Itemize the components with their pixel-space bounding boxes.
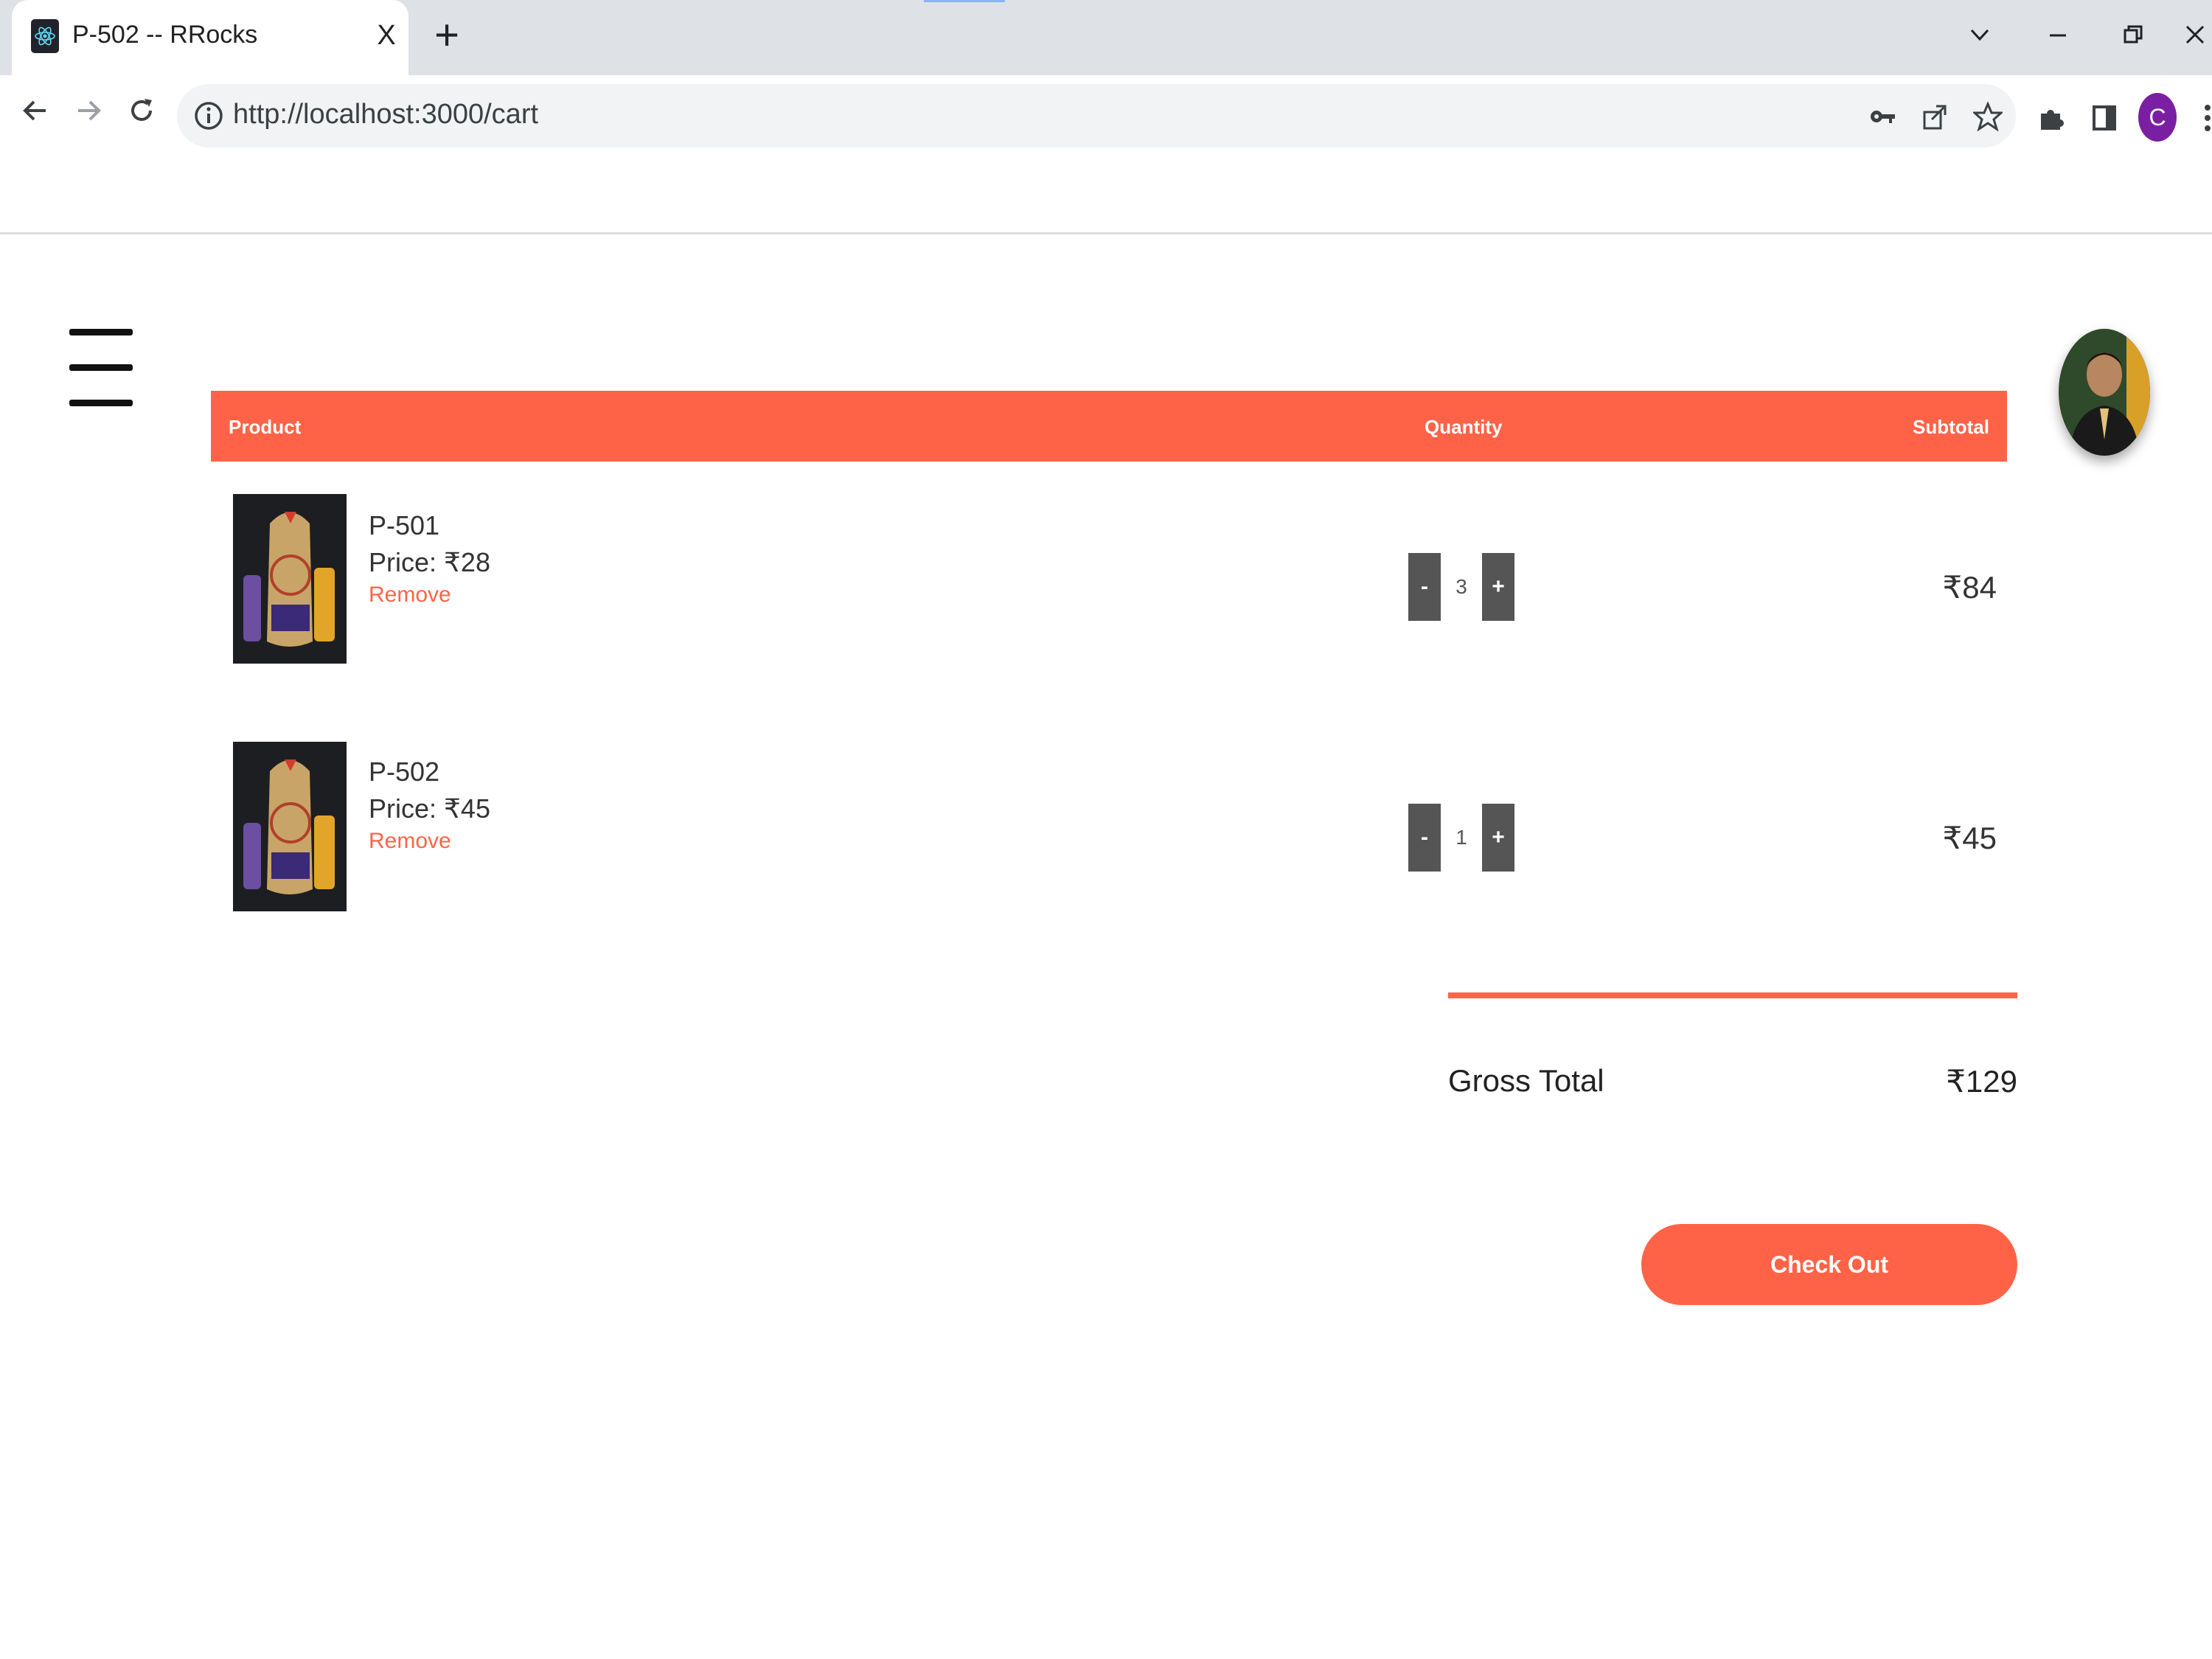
key-icon[interactable] [1865,99,1901,134]
url-text: http://localhost:3000/cart [233,99,539,130]
decrement-button[interactable]: - [1408,553,1441,621]
quantity-value: 3 [1455,575,1467,598]
cart-table-header: Product Quantity Subtotal [211,391,2007,462]
tab-title: P-502 -- RRocks [72,21,258,49]
product-name: P-502 [369,757,440,787]
product-price: Price: ₹45 [369,793,490,824]
react-favicon [31,19,59,53]
profile-avatar[interactable]: C [2138,93,2177,142]
decrement-button[interactable]: - [1408,804,1441,872]
share-icon[interactable] [1917,99,1952,134]
hamburger-menu-icon[interactable] [69,329,133,408]
tab-strip: P-502 -- RRocks X + [0,0,2212,75]
address-bar[interactable]: http://localhost:3000/cart [177,84,2016,147]
quantity-stepper: - 1 + [1408,804,1519,872]
info-icon[interactable] [193,100,224,131]
product-image [233,494,347,664]
new-tab-button[interactable]: + [426,14,467,58]
restore-icon[interactable] [2107,9,2159,60]
row-subtotal: ₹84 [1942,570,1997,605]
puzzle-icon[interactable] [2029,96,2073,140]
cart-row: P-501 Price: ₹28 Remove - 3 + ₹84 [211,494,2007,671]
header-subtotal: Subtotal [1913,416,1989,438]
browser-toolbar: http://localhost:3000/cart C [0,75,2212,161]
forward-arrow-icon[interactable] [65,87,112,134]
product-info: P-501 Price: ₹28 Remove [369,510,490,608]
tab-indicator [924,0,1005,2]
remove-link[interactable]: Remove [369,829,490,854]
bookmark-bar [0,161,2212,234]
back-arrow-icon[interactable] [12,87,59,134]
kebab-menu-icon[interactable] [2199,103,2212,133]
header-quantity: Quantity [1425,416,1503,438]
cart-row: P-502 Price: ₹45 Remove - 1 + ₹45 [211,742,2007,919]
increment-button[interactable]: + [1482,553,1514,621]
product-image [233,742,347,911]
star-icon[interactable] [1970,99,2006,134]
browser-tab[interactable]: P-502 -- RRocks X [12,0,408,75]
gross-total-label: Gross Total [1448,1063,1604,1098]
quantity-value: 1 [1455,826,1467,849]
product-info: P-502 Price: ₹45 Remove [369,757,490,854]
checkout-button[interactable]: Check Out [1641,1224,2017,1305]
product-price: Price: ₹28 [369,547,490,577]
total-divider [1448,992,2017,998]
header-product: Product [229,416,302,438]
side-panel-icon[interactable] [2082,96,2126,140]
close-icon[interactable] [2184,9,2212,60]
remove-link[interactable]: Remove [369,582,490,608]
minimize-icon[interactable] [2032,9,2084,60]
increment-button[interactable]: + [1482,804,1514,872]
user-avatar[interactable] [2059,329,2150,456]
tab-close-icon[interactable]: X [369,18,404,53]
quantity-stepper: - 3 + [1408,553,1519,621]
product-name: P-501 [369,510,440,540]
gross-total-value: ₹129 [1946,1064,2017,1099]
chevron-down-icon[interactable] [1954,9,2006,60]
row-subtotal: ₹45 [1942,821,1997,855]
reload-icon[interactable] [118,87,165,134]
